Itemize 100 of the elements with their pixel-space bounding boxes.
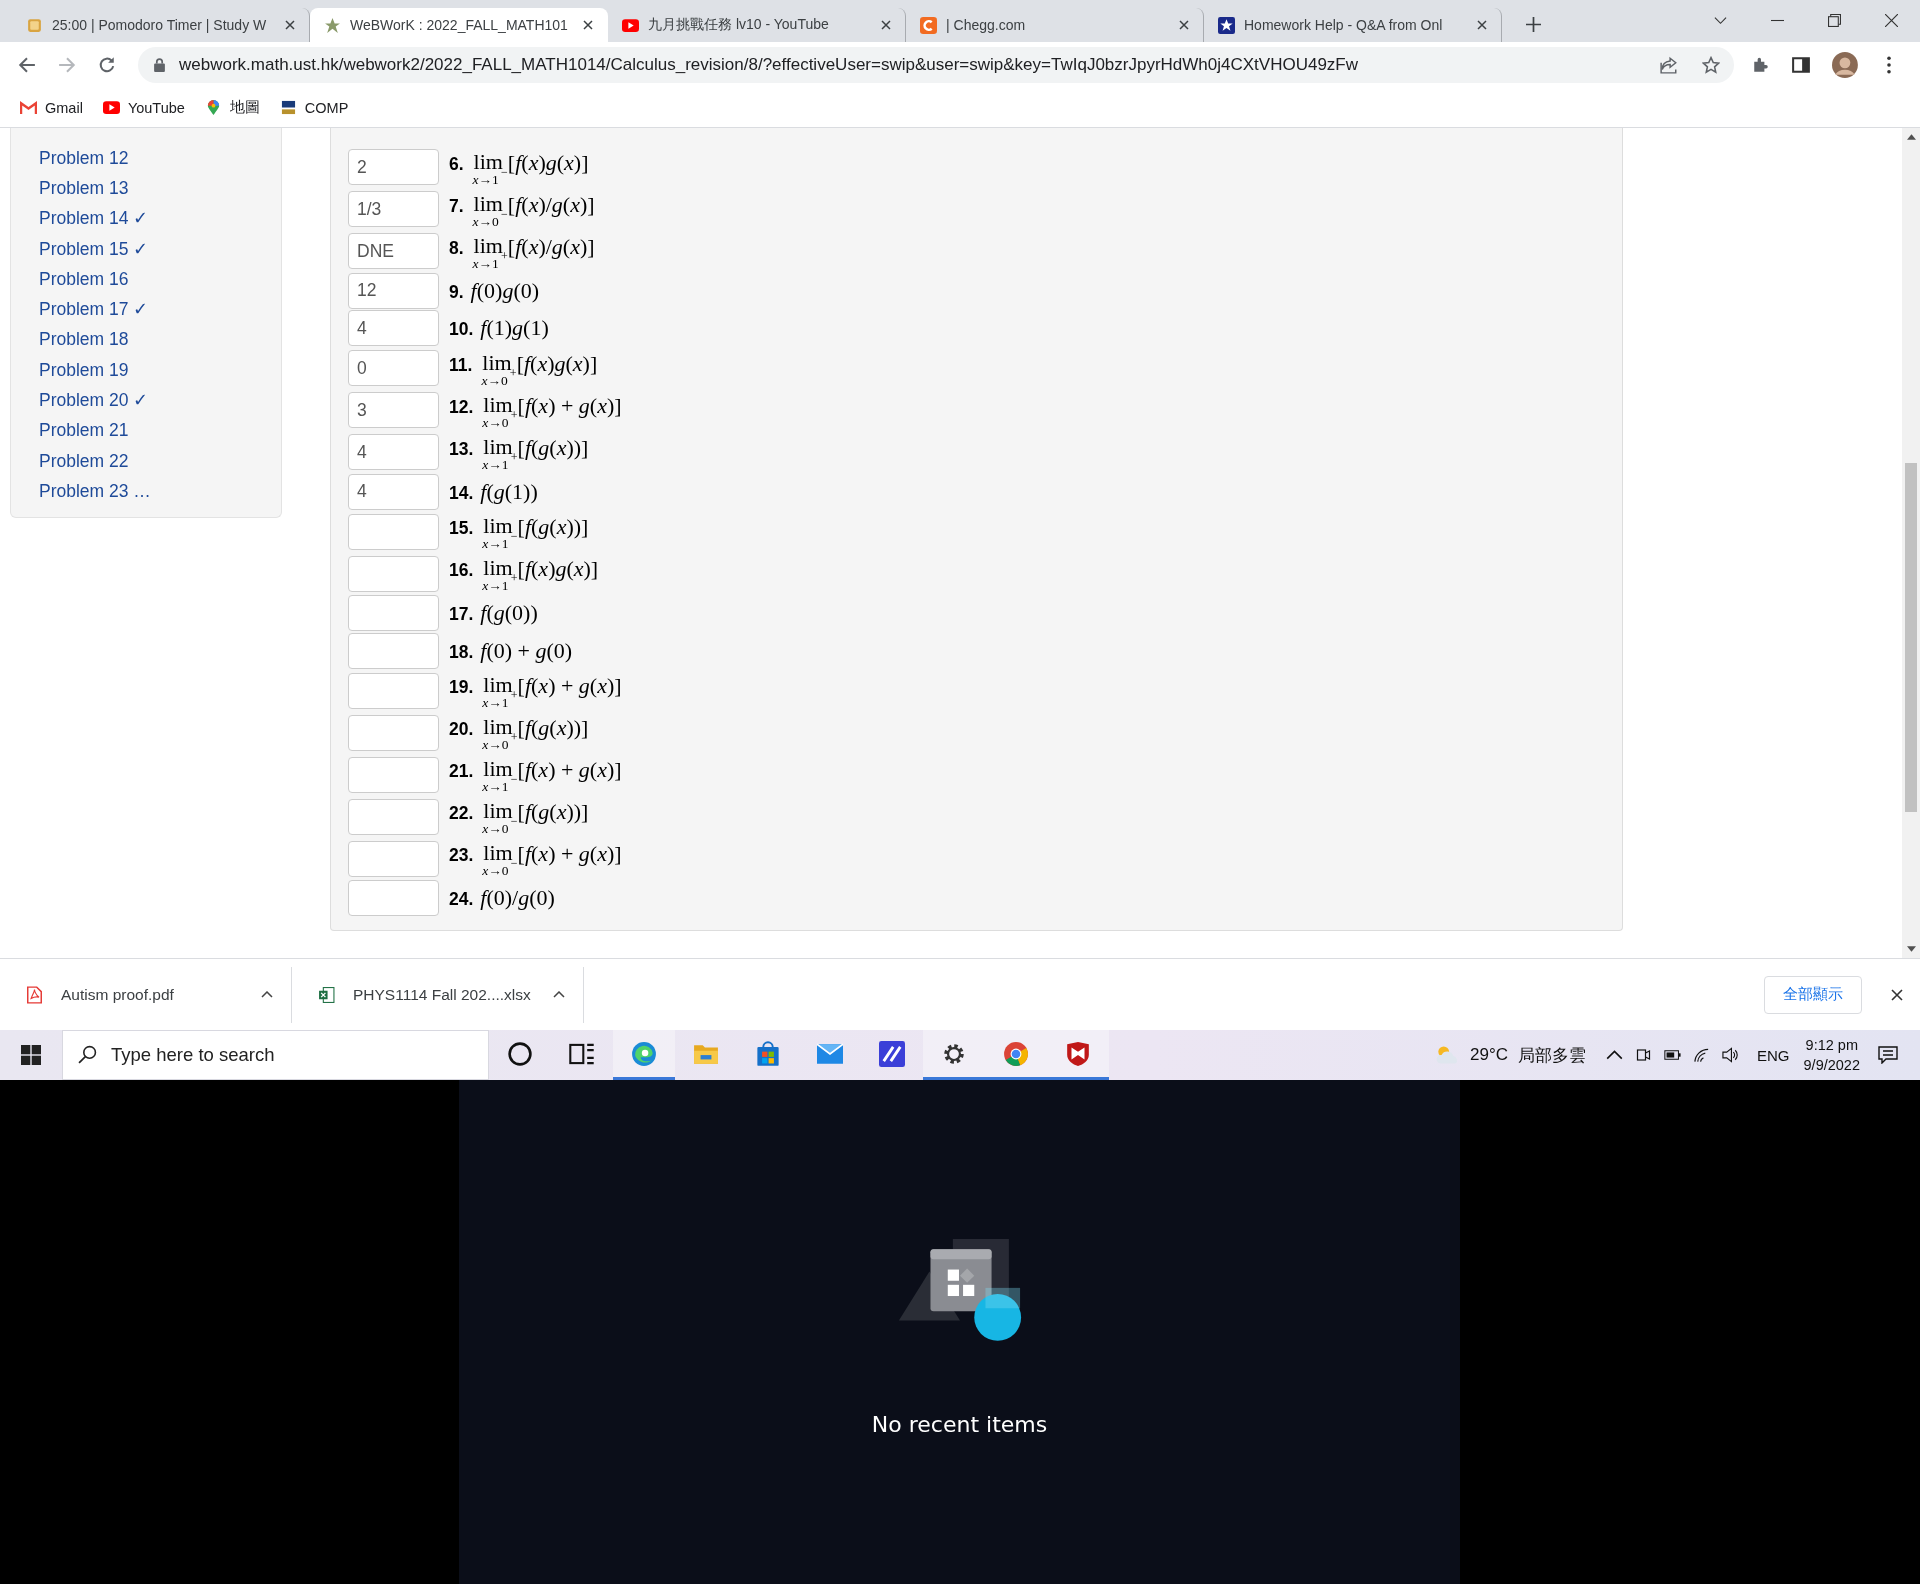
plus-icon[interactable] <box>1526 17 1541 32</box>
problem-link[interactable]: Problem 23 … <box>39 480 151 502</box>
problem-link[interactable]: Problem 12 <box>39 147 129 169</box>
play-icon <box>102 100 120 115</box>
taskbar-app[interactable] <box>923 1030 985 1080</box>
scroll-down-icon[interactable] <box>1906 946 1916 952</box>
close-icon[interactable] <box>1477 20 1487 30</box>
answer-field[interactable] <box>348 555 439 592</box>
shopping-bag-icon <box>755 1040 781 1067</box>
math-expression: 9. f(0)g(0) <box>449 278 540 303</box>
answer-field[interactable]: 4 <box>348 473 439 510</box>
browser-tab[interactable]: 九月挑戰任務 lv10 - YouTube <box>608 8 906 42</box>
close-icon[interactable] <box>881 20 891 30</box>
back-icon[interactable] <box>18 56 36 74</box>
bookmark-link[interactable]: Gmail <box>20 99 83 116</box>
answer-field[interactable] <box>348 798 439 835</box>
problem-link[interactable]: Problem 17 ✓ <box>39 299 149 321</box>
bookmark-link[interactable]: YouTube <box>102 99 185 116</box>
restore-icon[interactable] <box>1828 14 1841 27</box>
chevron-up-icon[interactable] <box>553 991 565 998</box>
browser-tab[interactable]: Homework Help - Q&A from Onl <box>1204 8 1502 42</box>
bookmark-link[interactable]: COMP <box>279 99 349 116</box>
math-expression: 17. f(g(0)) <box>449 601 538 626</box>
problem-link[interactable]: Problem 16 <box>39 268 129 290</box>
star-icon <box>1218 16 1235 34</box>
scrollbar-thumb[interactable] <box>1905 463 1917 812</box>
wifi-icon[interactable] <box>1693 1047 1711 1063</box>
battery-icon[interactable] <box>1664 1047 1682 1063</box>
speaker-icon[interactable] <box>1722 1047 1740 1063</box>
math-expression: 14. f(g(1)) <box>449 479 538 504</box>
reload-icon[interactable] <box>98 56 116 74</box>
answer-field[interactable]: 1/3 <box>348 191 439 227</box>
math-expression: 10. f(1)g(1) <box>449 316 549 341</box>
math-expression: 18. f(0) + g(0) <box>449 638 573 663</box>
answer-field[interactable] <box>348 672 439 709</box>
problem-link[interactable]: Problem 19 <box>39 359 129 381</box>
answer-field[interactable] <box>348 756 439 793</box>
browser-tab[interactable]: WeBWorK : 2022_FALL_MATH101 <box>310 8 608 42</box>
answer-field[interactable]: 2 <box>348 149 439 185</box>
search-field[interactable]: Type here to search <box>62 1030 489 1080</box>
close-icon[interactable] <box>1891 988 1903 1001</box>
browser-logo-icon <box>1003 1040 1029 1067</box>
camera-icon[interactable] <box>1635 1047 1653 1063</box>
download-item[interactable]: PHYS1114 Fall 202....xlsx <box>292 966 584 1023</box>
answer-field[interactable] <box>348 595 439 632</box>
browser-tab[interactable]: 25:00 | Pomodoro Timer | Study W <box>12 8 310 42</box>
windows-start-icon[interactable] <box>21 1045 41 1065</box>
answer-field[interactable] <box>348 840 439 877</box>
scroll-up-icon[interactable] <box>1906 134 1916 140</box>
weather-text[interactable]: 局部多雲 <box>1518 1043 1587 1067</box>
problem-link[interactable]: Problem 18 <box>39 329 129 351</box>
answer-field[interactable]: 4 <box>348 434 439 470</box>
language-indicator[interactable]: ENG <box>1757 1046 1790 1064</box>
timer-icon <box>26 16 43 34</box>
sidebar-icon[interactable] <box>1792 56 1811 74</box>
answer-field[interactable]: DNE <box>348 233 439 269</box>
temperature-text[interactable]: 29°C <box>1470 1045 1509 1065</box>
swirl-icon <box>631 1040 657 1067</box>
bookmark-link[interactable]: 地圖 <box>204 98 260 117</box>
answer-field[interactable] <box>348 513 439 550</box>
mail-icon <box>20 100 37 115</box>
download-item[interactable]: Autism proof.pdf <box>0 966 292 1023</box>
answer-field[interactable] <box>348 714 439 751</box>
problem-link[interactable]: Problem 15 ✓ <box>39 238 149 260</box>
close-icon[interactable] <box>1179 20 1189 30</box>
c-letter-icon <box>920 16 937 34</box>
lock-icon[interactable] <box>154 58 165 72</box>
problem-link[interactable]: Problem 21 <box>39 420 129 442</box>
close-icon[interactable] <box>583 20 593 30</box>
star-icon[interactable] <box>1702 56 1721 74</box>
avatar-icon[interactable] <box>1832 52 1858 78</box>
answer-field[interactable] <box>348 880 439 917</box>
chevron-down-icon[interactable] <box>1714 14 1727 27</box>
empty-message: No recent items <box>871 1412 1048 1437</box>
answer-field[interactable]: 4 <box>348 310 439 347</box>
chevron-up-icon[interactable] <box>261 991 273 998</box>
notification-icon[interactable] <box>1878 1046 1898 1064</box>
close-icon[interactable] <box>1885 14 1898 27</box>
problem-link[interactable]: Problem 22 <box>39 450 129 472</box>
spreadsheet-file-icon <box>318 985 335 1004</box>
school-icon <box>279 100 297 115</box>
problem-link[interactable]: Problem 13 <box>39 177 129 199</box>
answer-field[interactable] <box>348 632 439 669</box>
circle-icon[interactable] <box>507 1040 533 1067</box>
share-icon[interactable] <box>1660 56 1679 74</box>
answer-field[interactable]: 0 <box>348 350 439 386</box>
problem-link[interactable]: Problem 14 ✓ <box>39 208 149 230</box>
close-icon[interactable] <box>285 20 295 30</box>
clock-date[interactable]: 9/9/2022 <box>1803 1055 1860 1075</box>
slash-app-icon <box>879 1040 905 1067</box>
problem-link[interactable]: Problem 20 ✓ <box>39 390 149 411</box>
play-icon <box>622 16 639 34</box>
puzzle-icon[interactable] <box>1752 56 1771 74</box>
answer-field[interactable]: 3 <box>348 392 439 428</box>
taskbar-app[interactable] <box>1047 1030 1109 1080</box>
show-all-button[interactable]: 全部顯示 <box>1764 975 1862 1014</box>
browser-tab[interactable]: | Chegg.com <box>906 8 1204 42</box>
answer-field[interactable]: 12 <box>348 272 439 309</box>
math-expression: 24. f(0)/g(0) <box>449 886 555 911</box>
clock-time[interactable]: 9:12 pm <box>1805 1035 1858 1055</box>
